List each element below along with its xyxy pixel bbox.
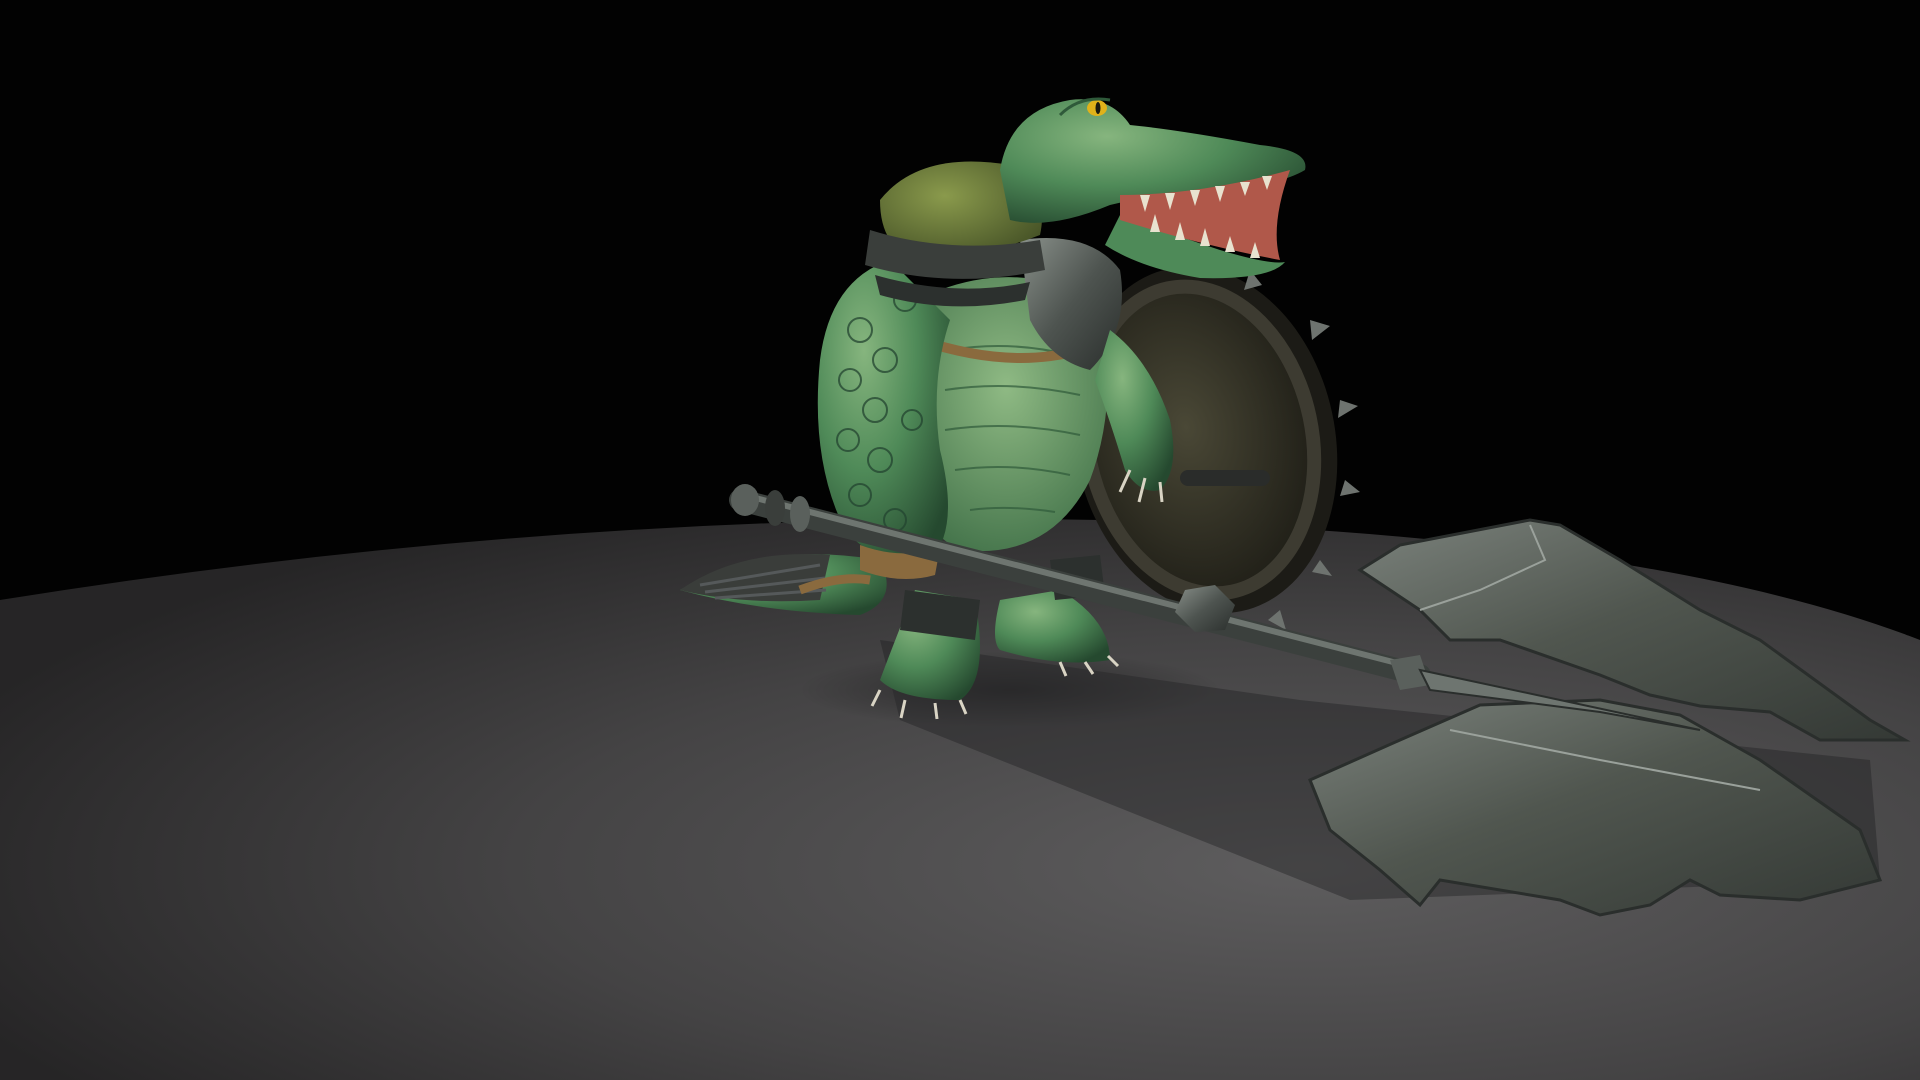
scene-render (0, 97, 1920, 1080)
render-viewport (0, 0, 1920, 1080)
